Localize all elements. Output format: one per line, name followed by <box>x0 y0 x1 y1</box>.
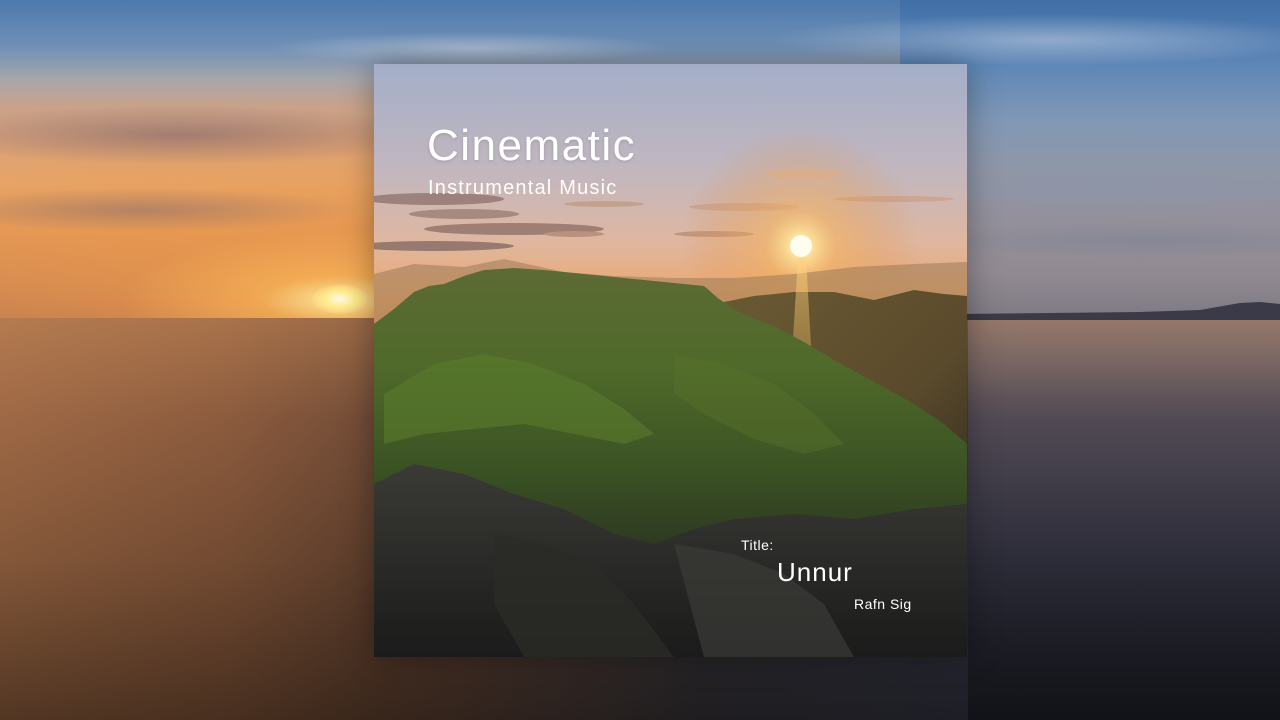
cover-subtitle: Instrumental Music <box>428 177 618 199</box>
background-sun <box>312 284 368 314</box>
track-title-label: Title: <box>741 537 774 553</box>
background-horizon-hills <box>960 302 1280 320</box>
track-artist: Rafn Sig <box>854 596 912 612</box>
track-title: Unnur <box>777 557 853 587</box>
album-cover: Cinematic Instrumental Music Title: Unnu… <box>374 64 967 657</box>
cover-title: Cinematic <box>427 121 637 170</box>
